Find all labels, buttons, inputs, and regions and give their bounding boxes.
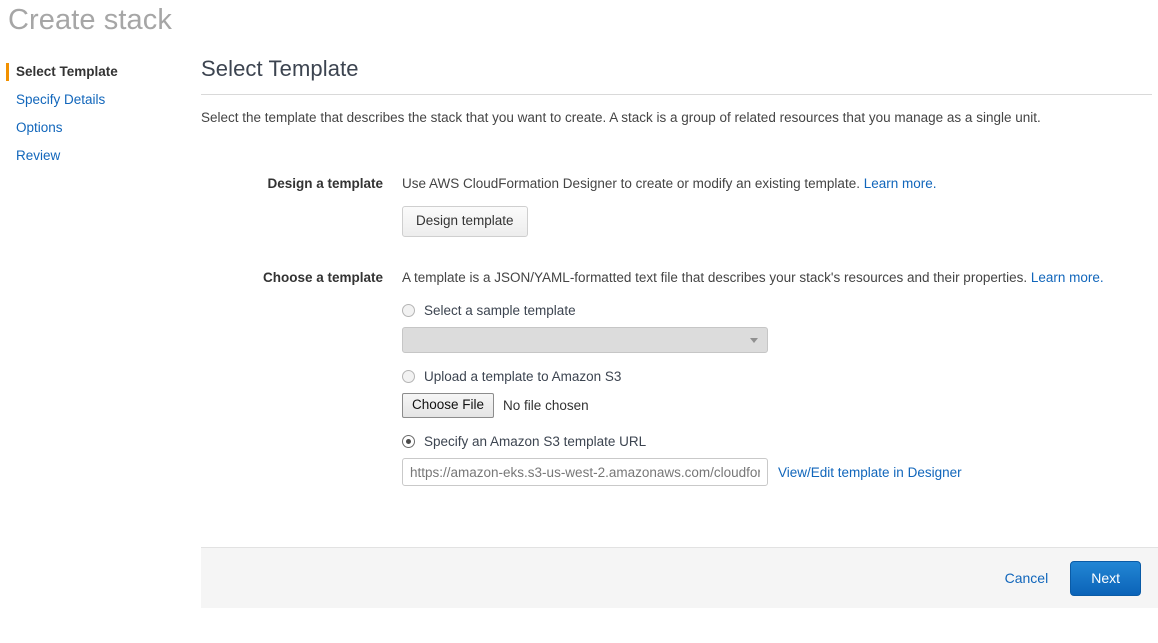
s3-template-url-input[interactable] [402,458,768,486]
choose-template-row: Choose a template A template is a JSON/Y… [201,269,1152,486]
create-stack-page: Create stack Select Template Specify Det… [0,0,1158,643]
option-select-sample-body [402,327,1152,353]
option-specify-url-body: View/Edit template in Designer [402,458,1152,486]
design-learn-more-link[interactable]: Learn more. [864,176,937,191]
choose-template-label: Choose a template [201,269,383,285]
footer-action-bar: Cancel Next [201,547,1158,608]
sidebar-item-label: Options [16,120,63,135]
design-template-description-text: Use AWS CloudFormation Designer to creat… [402,176,860,191]
choose-template-description-text: A template is a JSON/YAML-formatted text… [402,270,1027,285]
option-specify-url-head[interactable]: Specify an Amazon S3 template URL [402,434,1152,449]
option-specify-url: Specify an Amazon S3 template URL View/E… [402,434,1152,486]
sidebar-item-options[interactable]: Options [0,114,190,142]
view-edit-in-designer-link[interactable]: View/Edit template in Designer [778,465,962,480]
chevron-down-icon [750,338,758,343]
option-label: Specify an Amazon S3 template URL [424,434,646,449]
design-template-label: Design a template [201,175,383,191]
cancel-button[interactable]: Cancel [1005,570,1049,586]
sidebar-item-select-template[interactable]: Select Template [0,58,190,86]
choose-learn-more-link[interactable]: Learn more. [1031,270,1104,285]
option-upload-body: Choose File No file chosen [402,393,1152,418]
next-button[interactable]: Next [1070,561,1141,596]
section-heading: Select Template [201,56,1152,94]
radio-upload-template[interactable] [402,370,415,383]
intro-text: Select the template that describes the s… [201,95,1152,127]
sidebar-item-label: Select Template [16,64,118,79]
sample-template-dropdown[interactable] [402,327,768,353]
sidebar-item-label: Review [16,148,60,163]
option-upload-head[interactable]: Upload a template to Amazon S3 [402,369,1152,384]
design-template-body: Use AWS CloudFormation Designer to creat… [383,175,1152,237]
radio-specify-url[interactable] [402,435,415,448]
main-content: Select Template Select the template that… [201,56,1152,486]
active-step-marker-icon [6,63,9,81]
sidebar-item-specify-details[interactable]: Specify Details [0,86,190,114]
choose-file-button[interactable]: Choose File [402,393,494,418]
option-select-sample-head[interactable]: Select a sample template [402,303,1152,318]
page-title: Create stack [8,4,172,37]
sidebar-item-label: Specify Details [16,92,105,107]
radio-select-sample-template[interactable] [402,304,415,317]
template-form: Design a template Use AWS CloudFormation… [201,175,1152,486]
choose-template-description: A template is a JSON/YAML-formatted text… [402,269,1152,287]
wizard-sidebar: Select Template Specify Details Options … [0,58,190,170]
option-label: Upload a template to Amazon S3 [424,369,621,384]
design-template-description: Use AWS CloudFormation Designer to creat… [402,175,1152,193]
option-label: Select a sample template [424,303,576,318]
option-upload-template: Upload a template to Amazon S3 Choose Fi… [402,369,1152,418]
choose-template-body: A template is a JSON/YAML-formatted text… [383,269,1152,486]
file-status-text: No file chosen [503,398,589,413]
sidebar-item-review[interactable]: Review [0,142,190,170]
design-template-button[interactable]: Design template [402,206,528,237]
design-template-row: Design a template Use AWS CloudFormation… [201,175,1152,237]
option-select-sample-template: Select a sample template [402,303,1152,353]
